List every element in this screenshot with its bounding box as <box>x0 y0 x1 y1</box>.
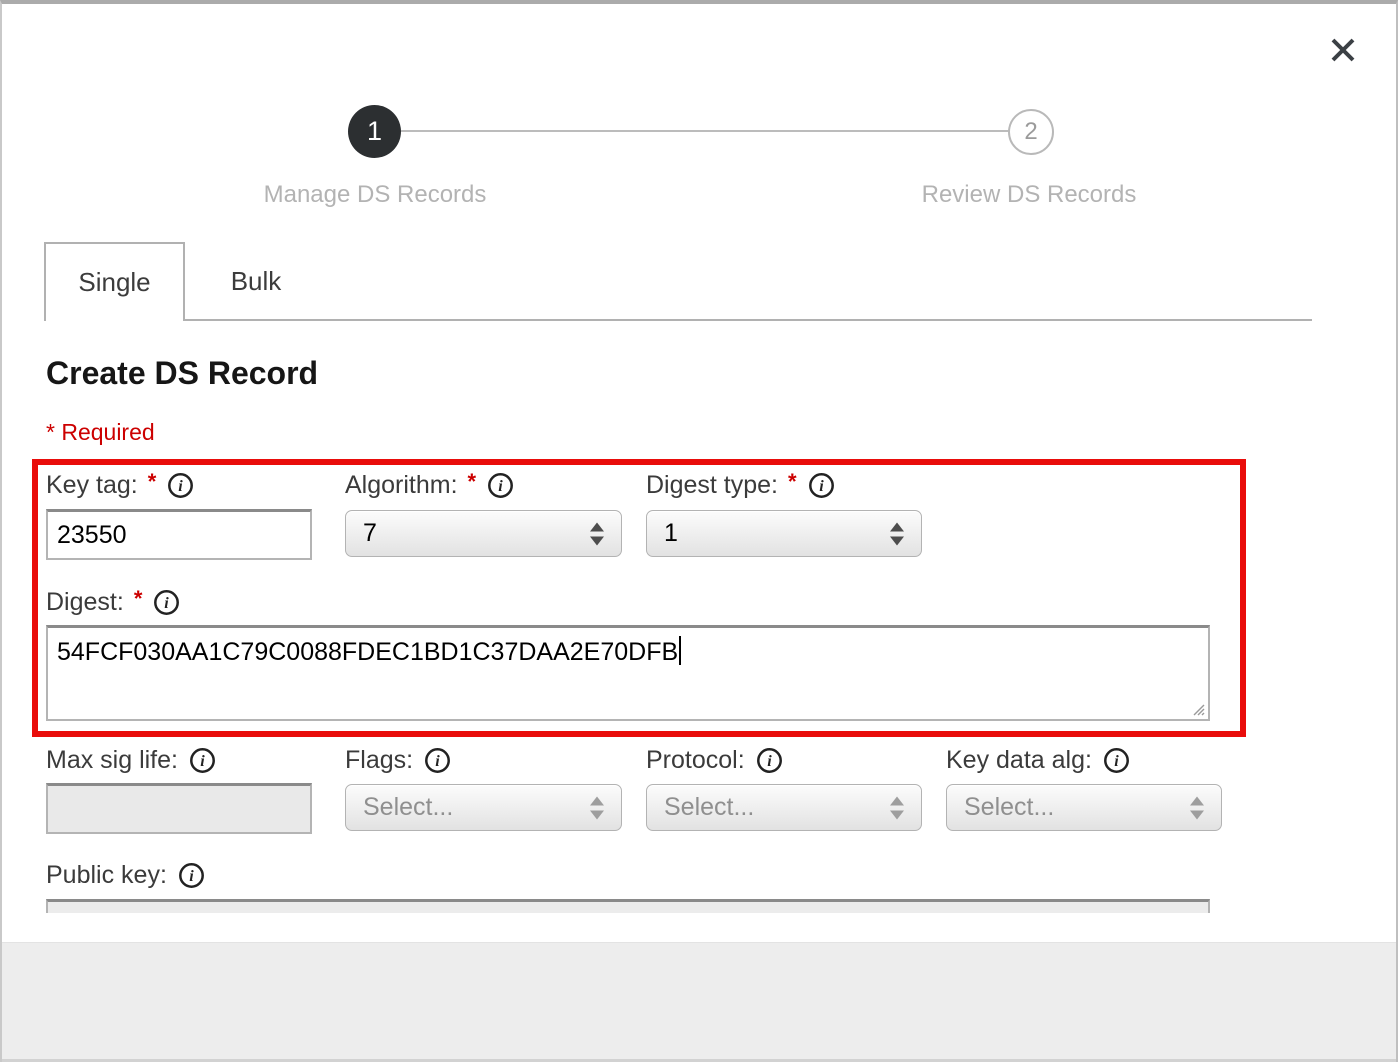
key-tag-label: Key tag: <box>46 471 138 500</box>
step-1-number: 1 <box>367 116 382 147</box>
digest-type-required: * <box>788 469 797 495</box>
info-icon[interactable]: i <box>178 862 205 889</box>
key-tag-required: * <box>148 469 157 495</box>
resize-grip-icon[interactable] <box>1191 702 1205 716</box>
algorithm-required: * <box>468 469 477 495</box>
info-icon[interactable]: i <box>1103 747 1130 774</box>
max-sig-life-label-row: Max sig life: i <box>46 746 216 775</box>
digest-value: 54FCF030AA1C79C0088FDEC1BD1C37DAA2E70DFB <box>57 638 678 666</box>
text-cursor <box>679 636 681 665</box>
info-icon[interactable]: i <box>153 589 180 616</box>
tab-single[interactable]: Single <box>44 242 185 321</box>
svg-text:i: i <box>200 753 205 770</box>
svg-text:i: i <box>189 868 194 885</box>
create-ds-record-dialog: 1 2 Manage DS Records Review DS Records … <box>0 0 1398 1062</box>
protocol-value: Select... <box>664 793 754 822</box>
close-icon[interactable] <box>1327 34 1359 66</box>
svg-text:i: i <box>498 478 503 495</box>
digest-textarea[interactable]: 54FCF030AA1C79C0088FDEC1BD1C37DAA2E70DFB <box>46 625 1210 721</box>
public-key-textarea <box>46 899 1210 913</box>
info-icon[interactable]: i <box>167 472 194 499</box>
select-arrows-icon <box>590 522 604 545</box>
digest-required: * <box>134 586 143 612</box>
key-tag-value: 23550 <box>57 521 127 550</box>
algorithm-label-row: Algorithm: * i <box>345 471 514 500</box>
digest-type-value: 1 <box>664 519 678 548</box>
max-sig-life-input <box>46 783 312 834</box>
key-data-alg-value: Select... <box>964 793 1054 822</box>
tab-bulk[interactable]: Bulk <box>187 244 325 318</box>
digest-type-select[interactable]: 1 <box>646 510 922 557</box>
algorithm-value: 7 <box>363 519 377 548</box>
svg-text:i: i <box>767 753 772 770</box>
info-icon[interactable]: i <box>487 472 514 499</box>
algorithm-select[interactable]: 7 <box>345 510 622 557</box>
key-data-alg-select[interactable]: Select... <box>946 784 1222 831</box>
step-2-label: Review DS Records <box>869 181 1189 209</box>
select-arrows-icon <box>890 796 904 819</box>
flags-label-row: Flags: i <box>345 746 451 775</box>
key-data-alg-label-row: Key data alg: i <box>946 746 1130 775</box>
select-arrows-icon <box>1190 796 1204 819</box>
flags-value: Select... <box>363 793 453 822</box>
protocol-label-row: Protocol: i <box>646 746 783 775</box>
info-icon[interactable]: i <box>808 472 835 499</box>
protocol-label: Protocol: <box>646 746 745 775</box>
tab-underline <box>44 319 1312 321</box>
svg-text:i: i <box>179 478 184 495</box>
info-icon[interactable]: i <box>424 747 451 774</box>
digest-type-label-row: Digest type: * i <box>646 471 835 500</box>
public-key-label-row: Public key: i <box>46 861 205 890</box>
algorithm-label: Algorithm: <box>345 471 458 500</box>
key-tag-input[interactable]: 23550 <box>46 509 312 560</box>
protocol-select[interactable]: Select... <box>646 784 922 831</box>
tab-bulk-label: Bulk <box>231 266 282 297</box>
info-icon[interactable]: i <box>189 747 216 774</box>
flags-label: Flags: <box>345 746 413 775</box>
svg-text:i: i <box>1114 753 1119 770</box>
info-icon[interactable]: i <box>756 747 783 774</box>
select-arrows-icon <box>590 796 604 819</box>
step-1-circle: 1 <box>348 105 401 158</box>
stepper-connector <box>400 130 1010 132</box>
flags-select[interactable]: Select... <box>345 784 622 831</box>
step-1-label: Manage DS Records <box>215 181 535 209</box>
page-title: Create DS Record <box>46 355 318 392</box>
select-arrows-icon <box>890 522 904 545</box>
digest-label: Digest: <box>46 588 124 617</box>
step-2-number: 2 <box>1024 118 1037 146</box>
dialog-footer: Cancel Back Next <box>2 942 1396 1062</box>
tab-single-label: Single <box>78 267 150 298</box>
step-2-circle: 2 <box>1008 109 1054 155</box>
digest-type-label: Digest type: <box>646 471 778 500</box>
svg-text:i: i <box>819 478 824 495</box>
max-sig-life-label: Max sig life: <box>46 746 178 775</box>
required-note: * Required <box>46 419 155 446</box>
svg-text:i: i <box>435 753 440 770</box>
digest-label-row: Digest: * i <box>46 588 180 617</box>
key-tag-label-row: Key tag: * i <box>46 471 194 500</box>
svg-text:i: i <box>165 595 170 612</box>
public-key-label: Public key: <box>46 861 167 890</box>
key-data-alg-label: Key data alg: <box>946 746 1092 775</box>
